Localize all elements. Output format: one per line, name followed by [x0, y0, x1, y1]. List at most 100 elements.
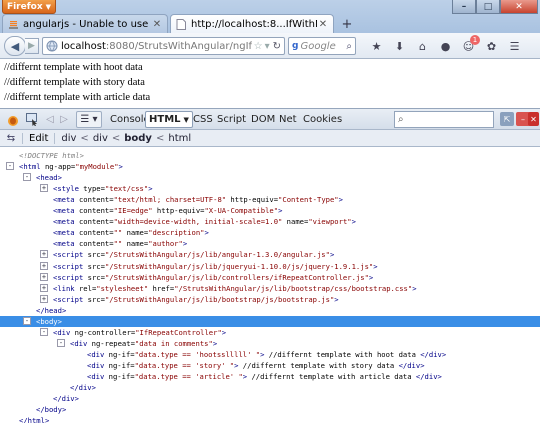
forward-arrow-icon[interactable]: ▷ [58, 111, 70, 128]
expand-toggle-icon[interactable]: + [40, 250, 48, 259]
dropdown-icon[interactable]: ▾ [265, 41, 270, 52]
tab-dom[interactable]: DOM [248, 111, 278, 128]
tree-row[interactable]: + <script src="/StrutsWithAngular/js/lib/… [0, 249, 540, 260]
firefox-menu-button[interactable]: Firefox ▼ [2, 0, 56, 14]
detach-icon[interactable]: ⇱ [500, 112, 514, 126]
firebug-icon[interactable]: ✿ [483, 38, 500, 54]
forward-button[interactable]: ▶ [25, 38, 39, 54]
search-icon: ⌕ [398, 114, 404, 125]
stackoverflow-favicon-icon [7, 18, 19, 30]
back-arrow-icon: ◀ [10, 39, 20, 53]
firebug-logo-icon[interactable] [4, 111, 22, 128]
tree-row[interactable]: - <div ng-repeat="data in comments"> [0, 338, 540, 349]
panel-options-button[interactable]: ☰ ▾ [76, 111, 102, 128]
tree-node-code: <body> [36, 316, 62, 327]
tab-stackoverflow[interactable]: angularjs - Unable to use ng-if with n..… [2, 14, 168, 33]
new-tab-button[interactable]: + [338, 16, 356, 32]
downloads-icon[interactable]: ⬇ [391, 38, 408, 54]
expand-toggle-icon[interactable]: + [40, 272, 48, 281]
expand-toggle-icon[interactable]: + [40, 184, 48, 193]
expand-toggle-icon[interactable]: + [40, 283, 48, 292]
maximize-button[interactable]: □ [476, 0, 500, 14]
tree-row[interactable]: + <link rel="stylesheet" href="/StrutsWit… [0, 283, 540, 294]
tree-row[interactable]: <div ng-if="data.type == 'hootsslllll' "… [0, 349, 540, 360]
inspect-element-icon[interactable] [24, 111, 40, 128]
tree-row[interactable]: + <script src="/StrutsWithAngular/js/lib/… [0, 294, 540, 305]
tab-cookies[interactable]: Cookies [300, 111, 345, 128]
tab-net[interactable]: Net [276, 111, 300, 128]
search-placeholder: Google [300, 40, 336, 52]
code-token: "/StrutsWithAngular/js/lib/bootstrap/js/… [104, 294, 335, 304]
code-token: > [334, 294, 339, 304]
collapse-toggle-icon[interactable]: - [40, 327, 48, 336]
tree-row[interactable]: </head> [0, 305, 540, 316]
tree-node-code: <html ng-app="myModule"> [19, 161, 123, 172]
tree-row[interactable]: - <head> [0, 172, 540, 183]
chevron-down-icon: ▼ [45, 2, 52, 11]
tree-row[interactable]: <meta content="width=device-width, initi… [0, 216, 540, 227]
code-token: "IE=edge" [113, 206, 153, 216]
tab-script[interactable]: Script [214, 111, 249, 128]
tree-row[interactable]: </body> [0, 404, 540, 415]
tab-localhost[interactable]: http://localhost:8...IfWithNgRepeat.jsp … [170, 14, 334, 33]
expand-toggle-icon[interactable]: + [40, 294, 48, 303]
bookmark-star-icon[interactable]: ☆ [254, 41, 263, 52]
tree-row[interactable]: <div ng-if="data.type == 'article' "> //… [0, 371, 540, 382]
code-token: > [278, 206, 283, 216]
break-on-mutate-icon[interactable]: ⇆ [4, 132, 18, 145]
bookmarks-menu-icon[interactable]: ★ [368, 38, 385, 54]
tree-node-code: <script src="/StrutsWithAngular/js/lib/j… [53, 261, 378, 272]
url-bar[interactable]: localhost:8080/StrutsWithAngular/ngIfWit… [42, 37, 285, 55]
tree-row[interactable]: <meta content="" name="description"> [0, 227, 540, 238]
back-arrow-icon[interactable]: ◁ [44, 111, 56, 128]
breadcrumb-item-div[interactable]: div [61, 133, 76, 144]
edit-button[interactable]: Edit [22, 132, 56, 144]
code-token: <script [53, 250, 88, 260]
home-icon[interactable]: ⌂ [414, 38, 431, 54]
tree-row[interactable]: + <style type="text/css"> [0, 183, 540, 194]
expand-toggle-icon[interactable]: + [40, 261, 48, 270]
navigation-bar: ◀ ▶ localhost:8080/StrutsWithAngular/ngI… [0, 33, 540, 59]
reload-icon[interactable]: ↻ [273, 41, 281, 52]
tab-css[interactable]: CSS [190, 111, 216, 128]
breadcrumb-item-div[interactable]: div [93, 133, 108, 144]
tree-row[interactable]: </html> [0, 415, 540, 423]
tab-html[interactable]: HTML ▼ [145, 111, 193, 128]
tree-row[interactable]: <!DOCTYPE html> [0, 150, 540, 161]
close-panel-icon[interactable]: ✕ [528, 112, 539, 126]
search-bar[interactable]: g Google ⌕ [288, 37, 356, 55]
code-token: "data.type == 'article' " [134, 372, 243, 381]
code-token: "" [113, 239, 123, 249]
tree-row[interactable]: - <div ng-controller="IfRepeatController"… [0, 327, 540, 338]
tree-row[interactable]: <meta content="text/html; charset=UTF-8"… [0, 194, 540, 205]
code-token: "author" [148, 239, 183, 249]
collapse-toggle-icon[interactable]: - [57, 338, 65, 347]
tree-row[interactable]: <meta content="IE=edge" http-equiv="X-UA… [0, 205, 540, 216]
close-tab-icon[interactable]: ✕ [151, 19, 163, 30]
tree-row[interactable]: </div> [0, 393, 540, 404]
addon-icon[interactable]: ● [437, 38, 454, 54]
back-button[interactable]: ◀ [4, 36, 26, 56]
code-token: > [148, 184, 153, 194]
close-window-button[interactable]: ✕ [500, 0, 538, 14]
firebug-search-input[interactable]: ⌕ [394, 111, 494, 128]
collapse-toggle-icon[interactable]: - [23, 316, 31, 325]
code-token: "myModule" [75, 162, 119, 172]
tree-row[interactable]: + <script src="/StrutsWithAngular/js/lib/… [0, 261, 540, 272]
tree-row[interactable]: <div ng-if="data.type == 'story' "> //di… [0, 360, 540, 371]
minimize-button[interactable]: – [452, 0, 476, 14]
tree-row[interactable]: + <script src="/StrutsWithAngular/js/lib/… [0, 272, 540, 283]
collapse-toggle-icon[interactable]: - [6, 162, 14, 171]
tree-row[interactable]: </div> [0, 382, 540, 393]
close-tab-icon[interactable]: ✕ [317, 19, 329, 30]
code-token: <link [53, 283, 79, 293]
menu-icon[interactable]: ☰ [506, 38, 523, 54]
breadcrumb-item-html[interactable]: html [168, 133, 191, 144]
tree-node-code: <script src="/StrutsWithAngular/js/lib/a… [53, 249, 334, 260]
tree-row[interactable]: - <body> [0, 315, 540, 327]
collapse-toggle-icon[interactable]: - [23, 173, 31, 182]
breadcrumb-item-body[interactable]: body [124, 133, 152, 144]
tree-row[interactable]: <meta content="" name="author"> [0, 238, 540, 249]
tree-row[interactable]: - <html ng-app="myModule"> [0, 161, 540, 172]
search-icon[interactable]: ⌕ [346, 41, 352, 52]
